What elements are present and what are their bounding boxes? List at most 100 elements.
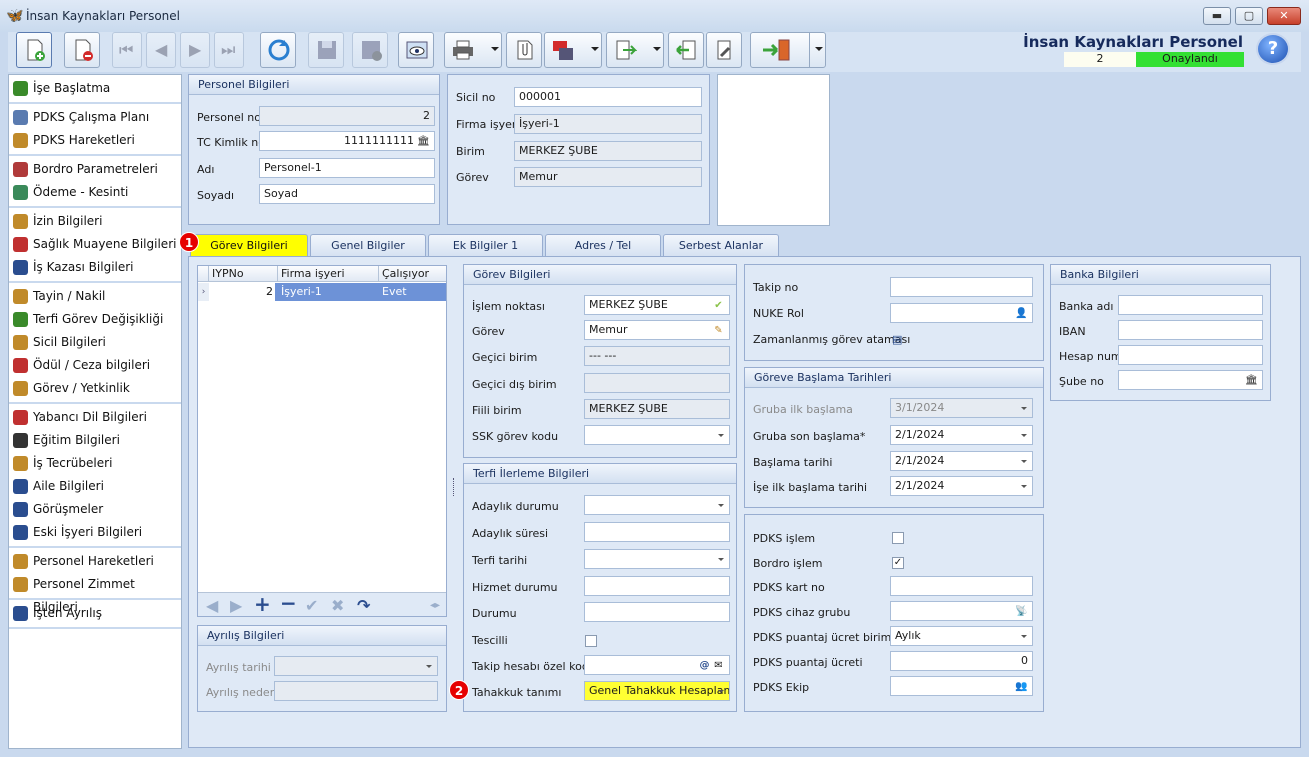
email-icon[interactable]: ✉ (712, 659, 725, 672)
sidebar-item[interactable]: Aile Bilgileri (9, 475, 181, 498)
first-record-button[interactable]: ⏮ (112, 32, 142, 68)
next-record-button[interactable]: ▶ (180, 32, 210, 68)
bordro-islem-checkbox[interactable]: ✓ (892, 557, 904, 569)
ayrilis-tarih-field[interactable] (274, 656, 438, 676)
nav-prev-icon[interactable]: ◀ (206, 596, 218, 615)
islem-field[interactable]: MERKEZ ŞUBE ✔ (584, 295, 730, 315)
ayrilis-neden-field[interactable] (274, 681, 438, 701)
tahakkuk-select[interactable]: Genel Tahakkuk Hesaplamı (584, 681, 730, 701)
import-button[interactable] (668, 32, 704, 68)
sidebar-item[interactable]: Eğitim Bilgileri (9, 429, 181, 452)
ucret-birim-field[interactable]: Aylık (890, 626, 1033, 646)
transfer-button[interactable] (606, 32, 664, 68)
gecici-dis-field[interactable] (584, 373, 730, 393)
nuke-field[interactable]: 👤 (890, 303, 1033, 323)
sidebar-item[interactable]: Terfi Görev Değişikliği (9, 308, 181, 331)
hesap-field[interactable] (1118, 345, 1263, 365)
sidebar-item[interactable]: PDKS Çalışma Planı (9, 106, 181, 129)
bank-icon[interactable]: 🏛 (1245, 374, 1258, 387)
tab-serbest-alanlar[interactable]: Serbest Alanlar (663, 234, 779, 256)
sidebar-item[interactable]: Personel Hareketleri (9, 550, 181, 573)
refresh-button[interactable] (260, 32, 296, 68)
cihaz-field[interactable]: 📡 (890, 601, 1033, 621)
nav-confirm-icon[interactable]: ✔ (305, 596, 318, 615)
banka-adi-field[interactable] (1118, 295, 1263, 315)
sidebar-item[interactable]: Sağlık Muayene Bilgileri (9, 233, 181, 256)
gecici-birim-field[interactable]: --- --- (584, 346, 730, 366)
adaylik-suresi-field[interactable] (584, 522, 730, 542)
tab-ek-bilgiler[interactable]: Ek Bilgiler 1 (428, 234, 543, 256)
personel-no-field[interactable]: 2 (259, 106, 435, 126)
firma-field[interactable]: İşyeri-1 (514, 114, 702, 134)
durumu-field[interactable] (584, 602, 730, 622)
last-record-button[interactable]: ⏭ (214, 32, 244, 68)
nav-cancel-icon[interactable]: ✖ (331, 596, 344, 615)
cancel-save-button[interactable] (352, 32, 388, 68)
cell-firma[interactable]: İşyeri-1 (281, 283, 322, 301)
birim-field[interactable]: MERKEZ ŞUBE (514, 141, 702, 161)
sidebar-item[interactable]: Sicil Bilgileri (9, 331, 181, 354)
tools-button[interactable] (706, 32, 742, 68)
tab-genel-bilgiler[interactable]: Genel Bilgiler (310, 234, 426, 256)
save-button[interactable] (308, 32, 344, 68)
tc-field[interactable]: 1111111111 🏛 (259, 131, 435, 151)
nav-refresh-icon[interactable]: ↷ (357, 596, 370, 615)
iban-field[interactable] (1118, 320, 1263, 340)
gruba-son-field[interactable]: 2/1/2024 (890, 425, 1033, 445)
exit-button[interactable] (750, 32, 826, 68)
sube-field[interactable]: 🏛 (1118, 370, 1263, 390)
nav-remove-icon[interactable]: − (280, 591, 297, 615)
new-record-button[interactable] (16, 32, 52, 68)
takip-field[interactable] (890, 277, 1033, 297)
sidebar-item[interactable]: Yabancı Dil Bilgileri (9, 406, 181, 429)
ad-field[interactable]: Personel-1 (259, 158, 435, 178)
table-row[interactable]: › 2 İşyeri-1 Evet (198, 283, 446, 301)
photo-box[interactable] (717, 74, 830, 226)
cell-calisiyor[interactable]: Evet (382, 283, 407, 301)
help-button[interactable]: ? (1256, 33, 1290, 65)
print-button[interactable] (444, 32, 502, 68)
tescilli-checkbox[interactable] (585, 635, 597, 647)
sidebar-item[interactable]: İşten Ayrılış (9, 602, 181, 625)
attach-button[interactable] (506, 32, 542, 68)
iyp-grid[interactable]: IYPNo Firma işyeri Çalışıyor › 2 İşyeri-… (197, 265, 447, 617)
sidebar-item[interactable]: Görüşmeler (9, 498, 181, 521)
ssk-field[interactable] (584, 425, 730, 445)
col-firma[interactable]: Firma işyeri (278, 266, 379, 282)
gorev-field[interactable]: Memur (514, 167, 702, 187)
sidebar-item[interactable]: PDKS Hareketleri (9, 129, 181, 152)
sidebar-item[interactable]: Eski İşyeri Bilgileri (9, 521, 181, 544)
sidebar-item[interactable]: Görev / Yetkinlik (9, 377, 181, 400)
gorev2-field[interactable]: Memur ✎ (584, 320, 730, 340)
splitter[interactable] (453, 478, 456, 496)
delete-record-button[interactable] (64, 32, 100, 68)
sidebar-item[interactable]: Ödül / Ceza bilgileri (9, 354, 181, 377)
prev-record-button[interactable]: ◀ (146, 32, 176, 68)
preview-button[interactable] (398, 32, 434, 68)
tab-gorev-bilgileri[interactable]: Görev Bilgileri (190, 234, 308, 257)
maximize-button[interactable]: ▢ (1235, 7, 1263, 25)
cell-iypno[interactable]: 2 (209, 283, 275, 301)
sidebar-item[interactable]: İş Kazası Bilgileri (9, 256, 181, 279)
adaylik-durumu-field[interactable] (584, 495, 730, 515)
tab-adres-tel[interactable]: Adres / Tel (545, 234, 661, 256)
nav-scroll-icon[interactable]: ◂▸ (430, 600, 440, 611)
ekip-field[interactable]: 👥 (890, 676, 1033, 696)
hizmet-durumu-field[interactable] (584, 576, 730, 596)
antenna-icon[interactable]: 📡 (1015, 605, 1028, 618)
kart-field[interactable] (890, 576, 1033, 596)
bank-icon[interactable]: 🏛 (417, 135, 430, 148)
baslama-field[interactable]: 2/1/2024 (890, 451, 1033, 471)
takip-ozel-field[interactable]: @ ✉ (584, 655, 730, 675)
at-sign-icon[interactable]: @ (698, 659, 711, 672)
team-icon[interactable]: 👥 (1015, 680, 1028, 693)
sidebar-item[interactable]: Tayin / Nakil (9, 285, 181, 308)
nav-add-icon[interactable]: + (254, 592, 271, 616)
check-icon[interactable]: ✔ (712, 299, 725, 312)
terfi-tarihi-field[interactable] (584, 549, 730, 569)
nav-next-icon[interactable]: ▶ (230, 596, 242, 615)
sidebar-item[interactable]: Ödeme - Kesinti (9, 181, 181, 204)
schedule-icon[interactable]: ▤ (892, 333, 902, 346)
export-pdf-button[interactable] (544, 32, 602, 68)
ucret-field[interactable]: 0 (890, 651, 1033, 671)
